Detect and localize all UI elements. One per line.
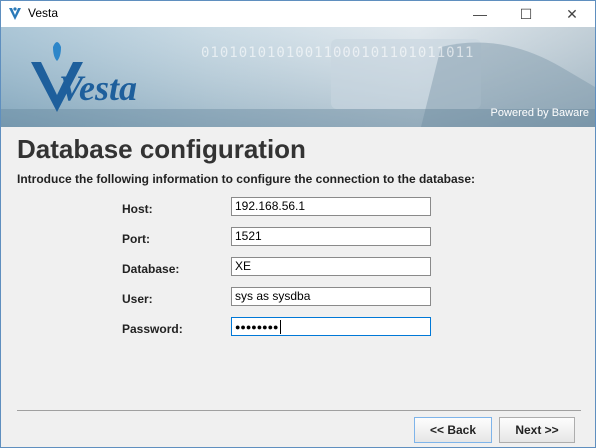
title-bar[interactable]: Vesta — ☐ ✕ bbox=[1, 1, 595, 27]
window-title: Vesta bbox=[28, 6, 59, 20]
text-caret bbox=[279, 319, 281, 334]
port-field[interactable]: 1521 bbox=[231, 227, 431, 246]
host-label: Host: bbox=[122, 202, 153, 216]
installer-window: Vesta — ☐ ✕ Vesta 0101010101001100010110… bbox=[0, 0, 596, 448]
password-label: Password: bbox=[122, 322, 183, 336]
page-subtitle: Introduce the following information to c… bbox=[17, 172, 475, 186]
vesta-logo-icon bbox=[7, 6, 23, 22]
powered-by-label: Powered by Baware bbox=[490, 107, 589, 119]
password-value: ●●●●●●●● bbox=[235, 322, 279, 332]
header-banner: Vesta 01010101010011000101101011011 Powe… bbox=[1, 27, 595, 127]
database-label: Database: bbox=[122, 262, 180, 276]
port-label: Port: bbox=[122, 232, 150, 246]
maximize-button[interactable]: ☐ bbox=[503, 1, 549, 27]
minimize-button[interactable]: — bbox=[457, 1, 503, 27]
banner-logo-text: Vesta bbox=[59, 68, 138, 108]
close-button[interactable]: ✕ bbox=[549, 1, 595, 27]
database-field[interactable]: XE bbox=[231, 257, 431, 276]
password-field[interactable]: ●●●●●●●● bbox=[231, 317, 431, 336]
user-label: User: bbox=[122, 292, 153, 306]
next-button[interactable]: Next >> bbox=[499, 417, 575, 443]
host-field[interactable]: 192.168.56.1 bbox=[231, 197, 431, 216]
page-title: Database configuration bbox=[17, 134, 306, 164]
footer-separator bbox=[17, 410, 581, 411]
user-field[interactable]: sys as sysdba bbox=[231, 287, 431, 306]
back-button[interactable]: << Back bbox=[414, 417, 492, 443]
banner-binary-text: 01010101010011000101101011011 bbox=[201, 45, 475, 61]
